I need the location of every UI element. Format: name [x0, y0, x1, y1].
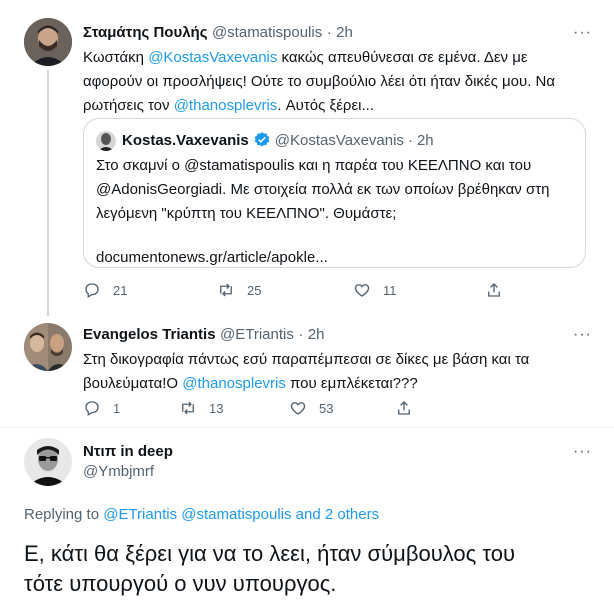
reply-count: 21 [113, 282, 128, 298]
more-options-icon[interactable]: ··· [573, 24, 592, 42]
like-count: 11 [383, 282, 397, 298]
quote-author-name[interactable]: Kostas.Vaxevanis [122, 132, 249, 149]
replying-to-label: Replying to [24, 506, 104, 523]
quote-link[interactable]: documentonews.gr/article/apokle... [96, 248, 576, 268]
retweet-count: 25 [247, 282, 262, 298]
quote-author-handle[interactable]: @KostasVaxevanis [275, 132, 404, 149]
more-options-icon[interactable]: ··· [573, 443, 592, 461]
reply-count: 1 [113, 400, 121, 416]
reply-button[interactable]: 1 [83, 399, 179, 417]
share-icon [398, 401, 410, 415]
like-button[interactable]: 11 [353, 281, 449, 299]
like-count: 53 [319, 400, 334, 416]
quote-avatar[interactable] [96, 131, 116, 151]
quote-text-line: λεγόμενη "κρύπτη του ΚΕΕΛΠΝΟ". Θυμάστε; [96, 205, 397, 222]
text-line: αφορούν οι προσλήψεις! Ούτε το συμβούλιο… [83, 73, 556, 90]
author-name[interactable]: Σταμάτης Πουλής [83, 24, 208, 41]
retweet-icon [182, 401, 194, 415]
reply-icon [85, 401, 99, 416]
avatar[interactable] [24, 438, 72, 486]
text-line: τότε υπουργού ο νυν υπουργος. [24, 571, 337, 596]
share-icon [488, 283, 500, 297]
avatar[interactable] [24, 323, 72, 371]
mention-link[interactable]: @thanosplevris [182, 375, 286, 392]
text-segment: βουλεύματα!Ο [83, 375, 183, 392]
tweet-text: Ε, κάτι θα ξέρει για να το λεει, ήταν σύ… [24, 540, 604, 598]
text-line: Ε, κάτι θα ξέρει για να το λεει, ήταν σύ… [24, 541, 516, 566]
verified-badge-icon [253, 131, 271, 149]
mention-link[interactable]: @thanosplevris [174, 97, 278, 114]
author-name[interactable]: Evangelos Triantis [83, 326, 216, 343]
text-segment: . Αυτός ξέρει... [277, 97, 374, 114]
share-button[interactable] [395, 399, 413, 417]
timestamp[interactable]: 2h [336, 24, 353, 41]
reply-button[interactable]: 21 [83, 281, 179, 299]
text-segment: ρωτήσεις τον [83, 97, 174, 114]
divider [0, 427, 614, 428]
like-button[interactable]: 53 [289, 399, 385, 417]
reply-icon [85, 283, 99, 298]
tweet-text: Κωστάκη @KostasVaxevanis κακώς απευθύνεσ… [83, 48, 593, 116]
retweet-button[interactable]: 25 [217, 281, 313, 299]
text-segment: Κωστάκη [83, 49, 149, 66]
heart-icon [354, 284, 370, 297]
replying-to-mentions[interactable]: @ETriantis @stamatispoulis and 2 others [103, 506, 379, 523]
heart-icon [290, 402, 306, 415]
timestamp[interactable]: 2h [308, 326, 325, 343]
share-button[interactable] [485, 281, 503, 299]
retweet-count: 13 [209, 400, 224, 416]
quoted-tweet-card[interactable]: Kostas.Vaxevanis @KostasVaxevanis · 2h Σ… [83, 118, 586, 268]
separator-dot: · [298, 326, 304, 343]
quote-timestamp[interactable]: 2h [417, 132, 434, 149]
quote-text-line: Στο σκαμνί ο @stamatispoulis και η παρέα… [96, 157, 532, 174]
text-segment: κακώς απευθύνεσαι σε εμένα. Δεν με [277, 49, 528, 66]
separator-dot: · [326, 24, 332, 41]
avatar[interactable] [24, 18, 72, 66]
separator-dot: · [407, 131, 413, 149]
author-handle[interactable]: @Ymbjmrf [83, 463, 173, 480]
mention-link[interactable]: @KostasVaxevanis [148, 49, 277, 66]
more-options-icon[interactable]: ··· [573, 326, 592, 344]
quote-text-line: @AdonisGeorgiadi. Με στοιχεία πολλά εκ τ… [96, 181, 550, 198]
retweet-button[interactable]: 13 [179, 399, 275, 417]
author-handle[interactable]: @ETriantis [220, 326, 294, 343]
retweet-icon [220, 283, 232, 297]
tweet-text: Στη δικογραφία πάντως εσύ παραπέμπεσαι σ… [83, 350, 593, 394]
text-segment: που εμπλέκεται??? [285, 375, 418, 392]
author-name[interactable]: Ντιπ in deep [83, 443, 173, 460]
text-line: Στη δικογραφία πάντως εσύ παραπέμπεσαι σ… [83, 351, 530, 368]
thread-line [47, 70, 49, 316]
author-handle[interactable]: @stamatispoulis [212, 24, 322, 41]
